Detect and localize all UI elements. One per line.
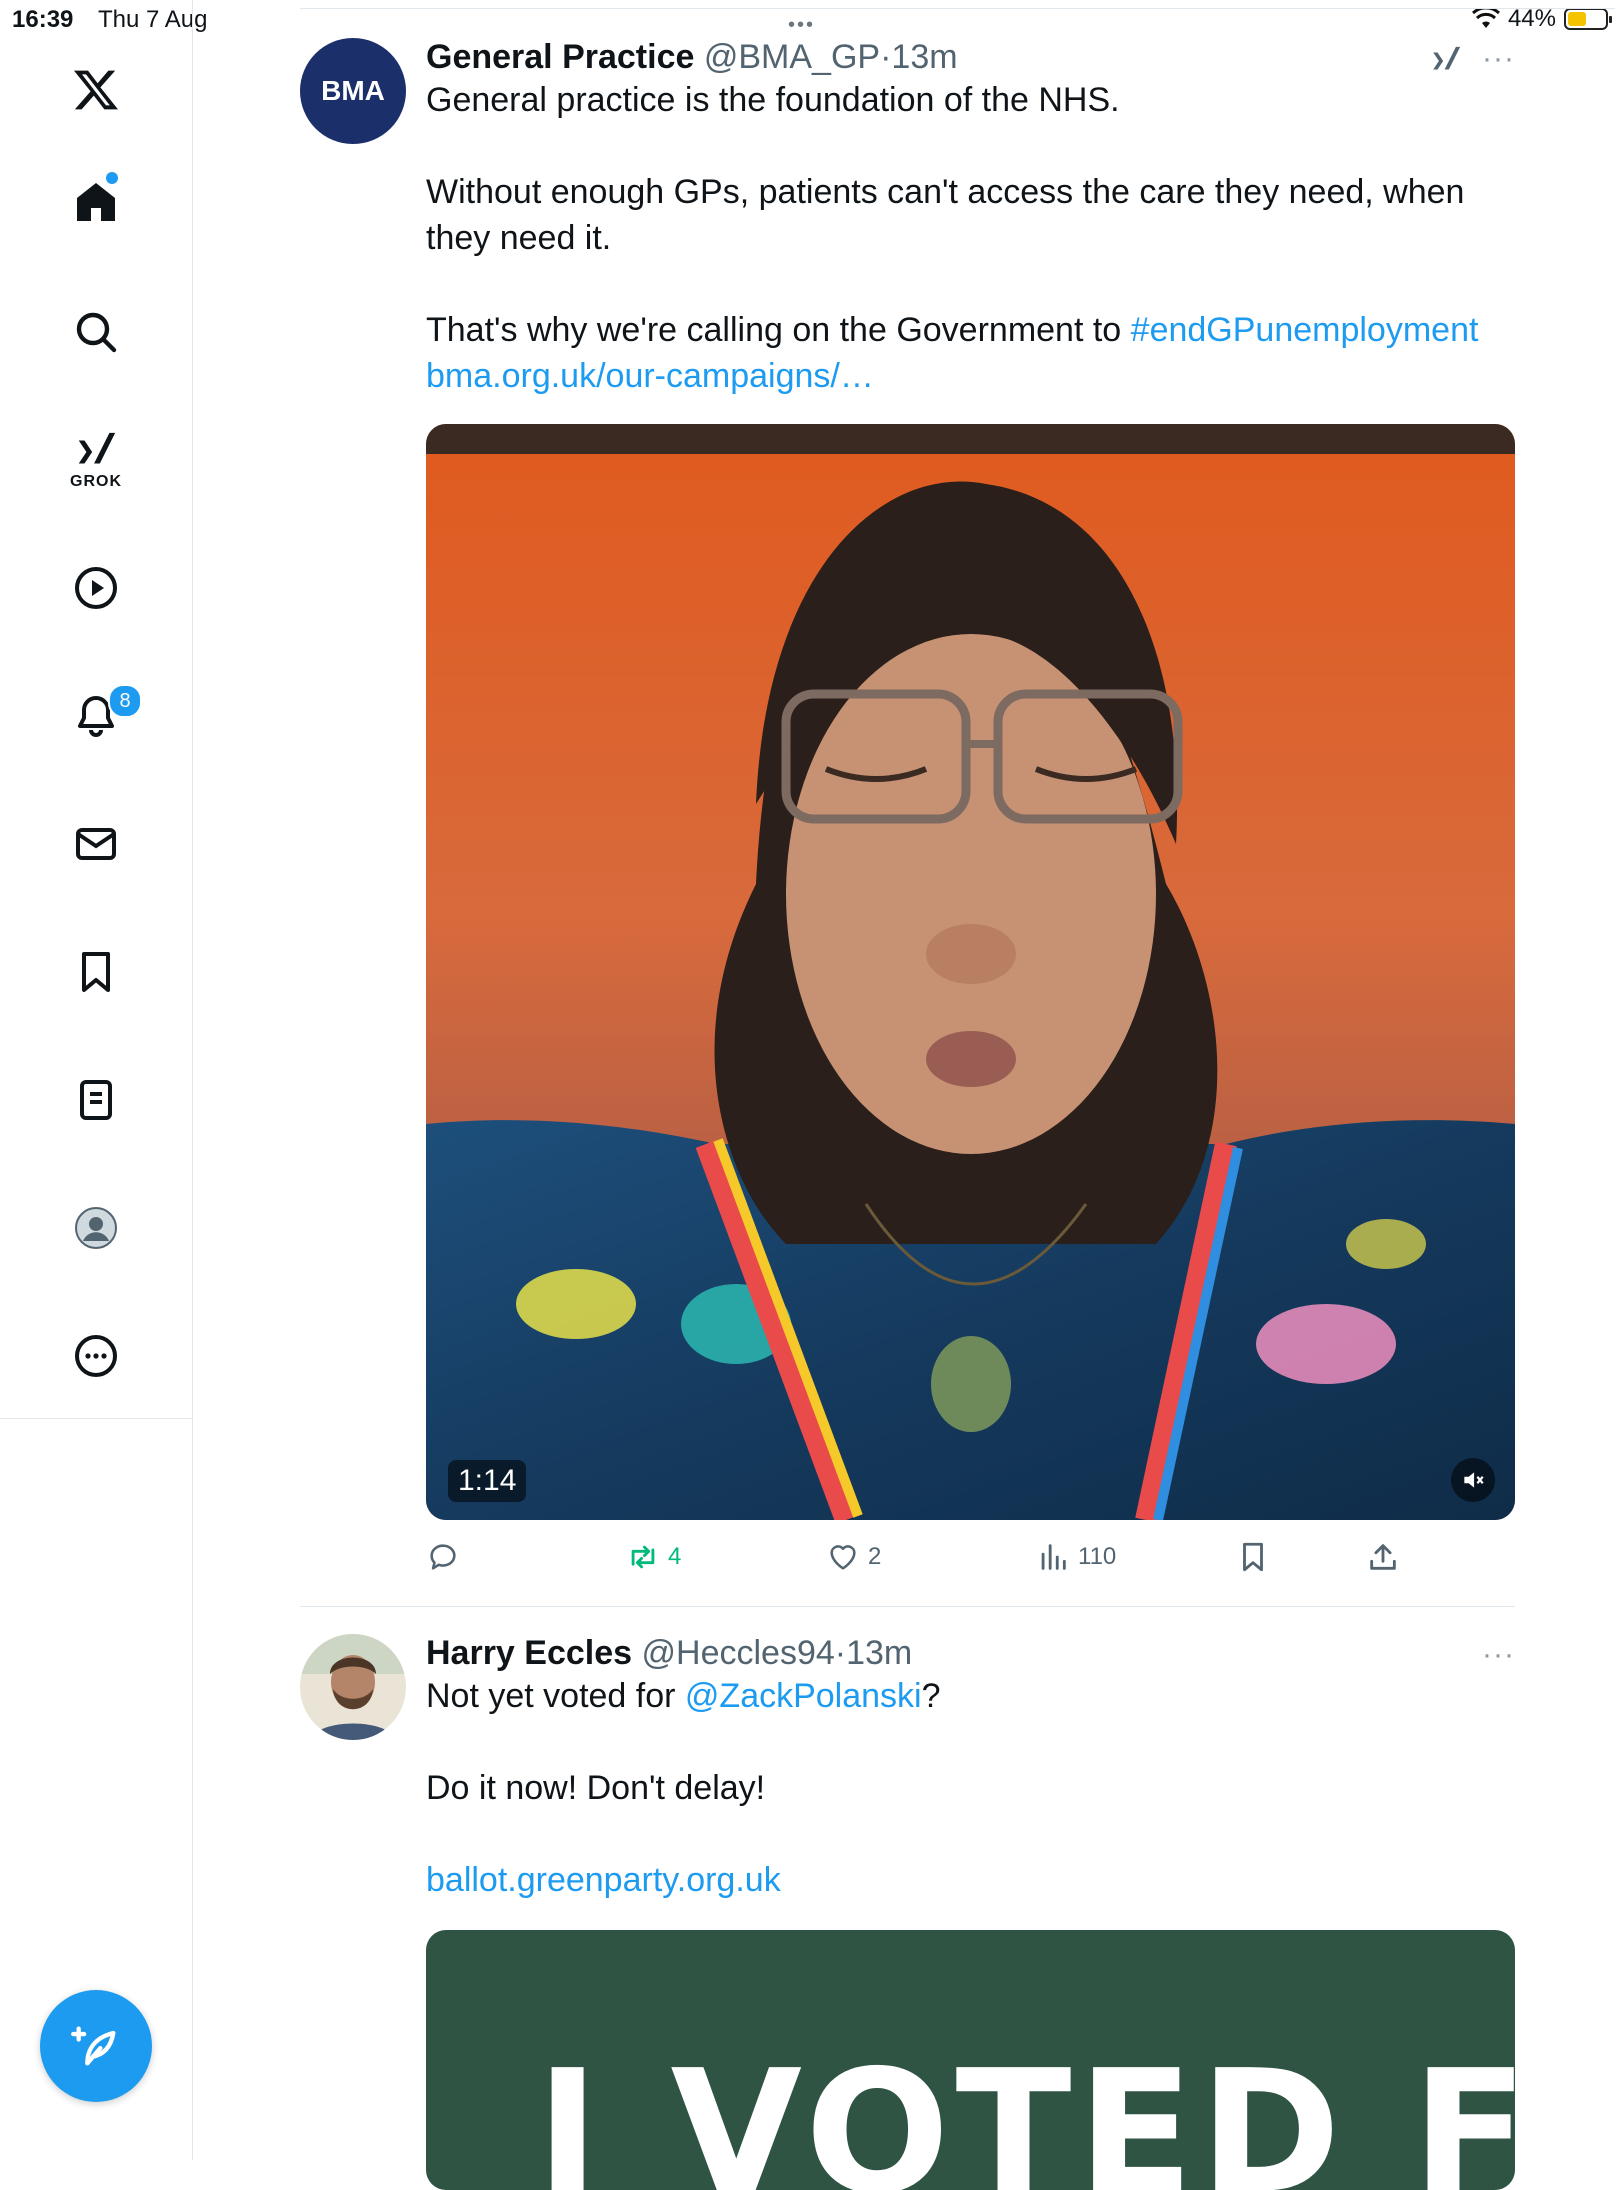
tweet-text-run: That's why we're calling on the Governme… [426,311,1131,349]
more-options-icon[interactable]: ··· [1482,42,1515,76]
grok-label: GROK [70,473,122,490]
compose-post-button[interactable] [40,1990,152,2102]
sidebar-item-videos[interactable] [56,548,136,628]
x-logo-icon[interactable] [56,50,136,130]
envelope-icon [76,828,116,860]
tweet-paragraph: Do it now! Don't delay! [426,1769,766,1807]
grok-icon [78,432,116,464]
video-duration: 1:14 [448,1460,527,1502]
bookmark-icon [82,952,110,992]
tweet-paragraph: General practice is the foundation of th… [426,81,1120,119]
profile-avatar-icon [75,1207,117,1249]
author-handle[interactable]: @Heccles94 [642,1634,835,1672]
author-name[interactable]: General Practice [426,38,694,76]
tweet-content: Harry Eccles @Heccles94·13m ··· Not yet … [426,1634,1515,1903]
battery-percent: 44% [1507,5,1556,32]
like-count: 2 [868,1543,882,1570]
multitasking-grip[interactable]: ••• [788,14,815,37]
tweet-text-run: Not yet voted for [426,1677,685,1715]
feed-top-border [300,8,1615,9]
sidebar-item-grok[interactable]: GROK [56,420,136,500]
search-icon [76,312,117,353]
home-unread-dot [106,172,118,184]
video-player[interactable]: 1:14 [426,424,1515,1520]
compose-feather-icon [71,2026,116,2066]
more-options-icon[interactable]: ··· [1482,1638,1515,1672]
sidebar-item-home[interactable] [56,162,136,242]
tweet-text: General practice is the foundation of th… [426,77,1515,399]
retweet-icon [631,1545,655,1569]
retweet-button[interactable]: 4 [626,1540,681,1574]
tweet-header: Harry Eccles @Heccles94·13m [426,1634,913,1672]
tweet-header: General Practice @BMA_GP·13m [426,38,958,76]
home-icon [77,183,115,221]
notifications-badge: 8 [108,684,142,718]
retweet-count: 4 [668,1543,682,1570]
video-thumbnail [426,424,1515,1520]
bookmark-icon [1243,1542,1263,1572]
card-headline: I VOTED FOR [536,2034,1515,2190]
reply-icon [430,1544,456,1570]
author-name[interactable]: Harry Eccles [426,1634,632,1672]
url-link[interactable]: bma.org.uk/our-campaigns/… [426,357,874,395]
mention-link[interactable]: @ZackPolanski [685,1677,922,1715]
like-button[interactable]: 2 [826,1540,881,1574]
avatar-text: BMA [321,75,385,106]
author-handle[interactable]: @BMA_GP [704,38,880,76]
sidebar-item-messages[interactable] [56,804,136,884]
tweet-time[interactable]: 13m [846,1634,912,1672]
status-right: 44% [1471,5,1612,33]
sidebar-item-notifications[interactable]: 8 [56,676,142,756]
url-link[interactable]: ballot.greenparty.org.uk [426,1861,781,1899]
share-icon [1370,1544,1396,1570]
sidebar-item-search[interactable] [56,292,136,372]
tweet-content: General Practice @BMA_GP·13m ··· General… [426,38,1515,399]
tweet-actions: 4 2 110 [426,1540,1426,1590]
heart-icon [830,1545,856,1570]
sidebar-item-bookmarks[interactable] [56,932,136,1012]
tweet-paragraph: Not yet voted for @ZackPolanski? [426,1673,1515,1719]
tweet-paragraph: That's why we're calling on the Governme… [426,307,1515,399]
tweet-text-run: ? [921,1677,941,1715]
sidebar-divider [0,1418,192,1419]
mute-icon[interactable] [1451,1458,1495,1502]
reply-button[interactable] [426,1540,468,1574]
wifi-icon [1471,8,1500,28]
avatar-photo [300,1634,406,1740]
sidebar-item-profile[interactable] [56,1188,136,1268]
status-bar: 16:39 Thu 7 Aug ••• 44% [0,0,1620,40]
share-button[interactable] [1366,1540,1400,1574]
more-circle-icon [75,1335,117,1377]
tweet-paragraph: ballot.greenparty.org.uk [426,1857,1515,1903]
grok-icon[interactable] [1429,44,1463,83]
views-chart-icon [1041,1544,1066,1570]
bookmark-button[interactable] [1236,1540,1270,1574]
battery-icon [1564,8,1612,30]
avatar[interactable]: BMA [300,38,406,144]
hashtag-link[interactable]: #endGPunemployment [1131,311,1479,349]
view-count: 110 [1078,1543,1117,1570]
media-image-card[interactable]: I VOTED FOR [426,1930,1515,2190]
sidebar-item-lists[interactable] [56,1060,136,1140]
tweet-time[interactable]: 13m [891,38,957,76]
avatar[interactable] [300,1634,406,1740]
list-icon [80,1080,112,1120]
sidebar: GROK 8 [0,0,193,2160]
play-circle-icon [75,567,117,609]
tweet-text: Not yet voted for @ZackPolanski? Do it n… [426,1673,1515,1903]
views-button[interactable]: 110 [1036,1540,1116,1574]
sidebar-item-more[interactable] [56,1316,136,1396]
tweet-paragraph: Without enough GPs, patients can't acces… [426,173,1465,257]
tweet-divider [300,1606,1515,1607]
